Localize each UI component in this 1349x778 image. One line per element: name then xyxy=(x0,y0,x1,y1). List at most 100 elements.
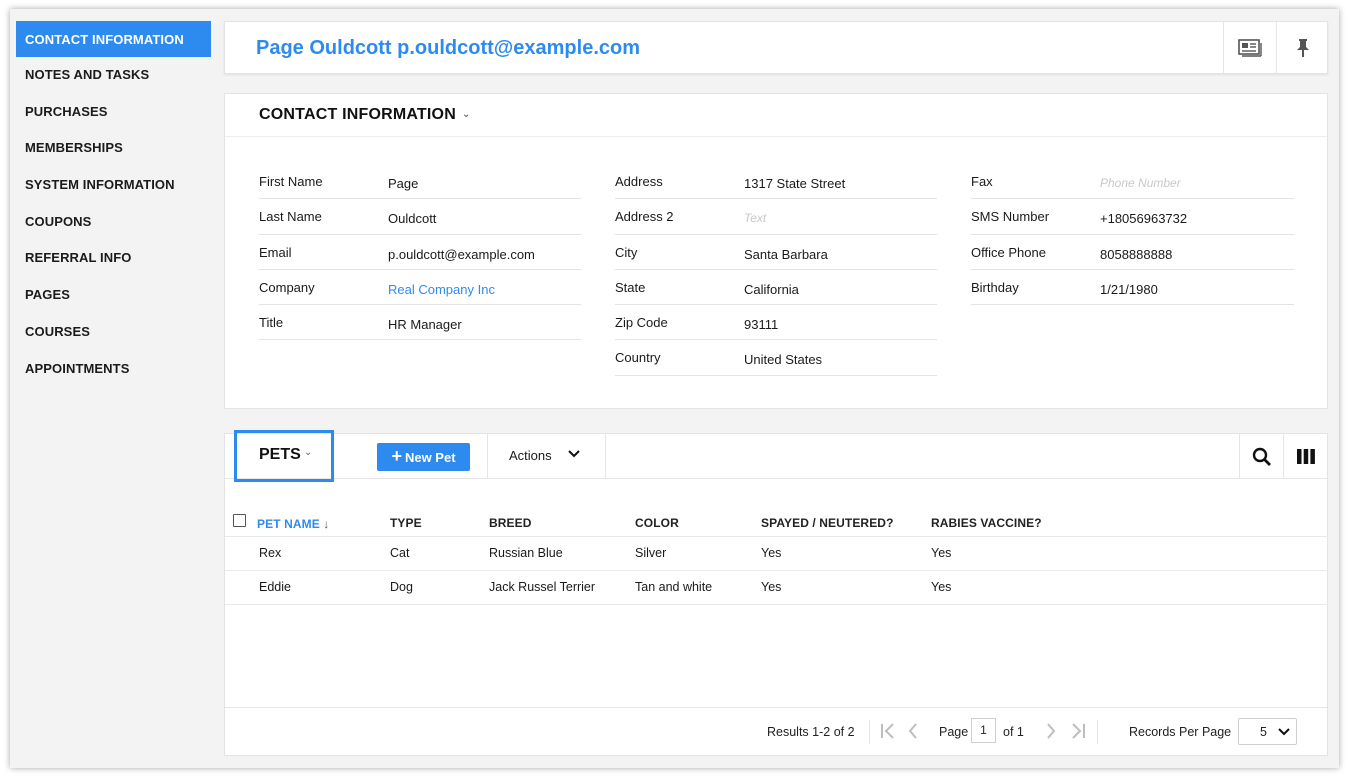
sidebar-item-referral-info[interactable]: REFERRAL INFO xyxy=(16,240,211,277)
field-label: First Name xyxy=(259,174,323,189)
column-header-breed[interactable]: BREED xyxy=(489,510,635,537)
contact-card-button[interactable] xyxy=(1223,22,1276,74)
plus-icon: + xyxy=(391,445,402,466)
sidebar-nav: CONTACT INFORMATION NOTES AND TASKS PURC… xyxy=(16,21,211,387)
contact-column-2: Address 1317 State Street Address 2 Text C… xyxy=(615,164,937,376)
section-title: CONTACT INFORMATION xyxy=(259,106,456,123)
sidebar-item-courses[interactable]: COURSES xyxy=(16,314,211,351)
section-title: PETS xyxy=(259,446,301,463)
sidebar-item-contact-information[interactable]: CONTACT INFORMATION xyxy=(16,21,211,57)
column-header-spayed-neutered[interactable]: SPAYED / NEUTERED? xyxy=(761,510,931,537)
prev-page-icon[interactable] xyxy=(908,723,918,739)
field-email[interactable]: Email p.ouldcott@example.com xyxy=(259,235,581,270)
field-fax[interactable]: Fax Phone Number xyxy=(971,164,1294,200)
results-count: Results 1-2 of 2 xyxy=(767,725,855,739)
field-city[interactable]: City Santa Barbara xyxy=(615,235,937,270)
cell-type: Cat xyxy=(390,536,489,571)
column-header-color[interactable]: COLOR xyxy=(635,510,761,537)
field-label: Last Name xyxy=(259,209,322,225)
column-header-rabies-vaccine[interactable]: RABIES VACCINE? xyxy=(931,510,1328,537)
cell-breed: Jack Russel Terrier xyxy=(489,570,635,605)
search-button[interactable] xyxy=(1239,434,1283,479)
pets-table: PET NAME ↓ TYPE BREED COLOR SPAYED / NEU… xyxy=(225,510,1328,605)
company-link[interactable]: Real Company Inc xyxy=(388,282,495,297)
field-title[interactable]: Title HR Manager xyxy=(259,305,581,341)
sidebar-item-purchases[interactable]: PURCHASES xyxy=(16,94,211,131)
toolbar-divider xyxy=(487,434,488,479)
field-label: Birthday xyxy=(971,279,1019,295)
field-state[interactable]: State California xyxy=(615,270,937,306)
field-label: Address xyxy=(615,174,663,189)
columns-icon xyxy=(1296,449,1315,464)
field-office-phone[interactable]: Office Phone 8058888888 xyxy=(971,235,1294,270)
next-page-icon[interactable] xyxy=(1046,723,1056,739)
records-per-page-value: 5 xyxy=(1260,725,1267,739)
first-page-icon[interactable] xyxy=(880,723,896,739)
cell-spayed-neutered: Yes xyxy=(761,570,931,605)
cell-color: Tan and white xyxy=(635,570,761,605)
columns-button[interactable] xyxy=(1283,434,1327,479)
records-per-page-label: Records Per Page xyxy=(1129,725,1232,739)
contact-section-header[interactable]: CONTACT INFORMATION ⌄ xyxy=(259,106,471,124)
page-label: Page xyxy=(939,725,969,739)
pin-button[interactable] xyxy=(1276,22,1329,74)
contact-information-section: CONTACT INFORMATION ⌄ First Name Page Last… xyxy=(224,93,1328,409)
new-pet-button[interactable]: + New Pet xyxy=(377,443,470,471)
field-company[interactable]: Company Real Company Inc xyxy=(259,270,581,306)
cell-color: Silver xyxy=(635,536,761,571)
sidebar-item-appointments[interactable]: APPOINTMENTS xyxy=(16,351,211,388)
field-value: p.ouldcott@example.com xyxy=(388,246,535,262)
cell-pet-name: Rex xyxy=(225,536,390,571)
select-all-checkbox[interactable] xyxy=(233,514,246,528)
column-header-pet-name[interactable]: PET NAME ↓ xyxy=(225,510,390,537)
contact-card-icon xyxy=(1238,39,1262,57)
field-placeholder: Text xyxy=(744,211,767,226)
field-value: Santa Barbara xyxy=(744,246,828,262)
page-number-input[interactable]: 1 xyxy=(971,718,996,743)
last-page-icon[interactable] xyxy=(1070,723,1086,739)
chevron-down-icon[interactable] xyxy=(568,450,580,458)
pets-section: PETS ⌄ + New Pet Actions PET NAME ↓ TYPE… xyxy=(224,430,1328,756)
field-first-name[interactable]: First Name Page xyxy=(259,164,581,200)
records-per-page-select[interactable]: 5 xyxy=(1238,718,1297,745)
column-label: PET NAME xyxy=(257,517,320,532)
field-value: HR Manager xyxy=(388,317,462,333)
new-pet-label: New Pet xyxy=(404,449,456,465)
sidebar-item-notes-and-tasks[interactable]: NOTES AND TASKS xyxy=(16,57,211,94)
field-placeholder: Phone Number xyxy=(1100,176,1181,190)
section-divider xyxy=(225,136,1327,137)
field-address-2[interactable]: Address 2 Text xyxy=(615,199,937,235)
chevron-down-icon: ⌄ xyxy=(461,109,471,120)
table-row[interactable]: Eddie Dog Jack Russel Terrier Tan and wh… xyxy=(225,570,1328,605)
field-address[interactable]: Address 1317 State Street xyxy=(615,164,937,200)
field-sms-number[interactable]: SMS Number +18056963732 xyxy=(971,199,1294,235)
field-label: City xyxy=(615,244,638,260)
sidebar-item-coupons[interactable]: COUPONS xyxy=(16,204,211,241)
field-label: Company xyxy=(259,279,315,295)
field-label: Fax xyxy=(971,174,993,189)
field-zip-code[interactable]: Zip Code 93111 xyxy=(615,305,937,341)
pets-section-header[interactable]: PETS ⌄ xyxy=(234,430,334,482)
search-icon xyxy=(1252,447,1271,466)
field-value: 1317 State Street xyxy=(744,176,846,191)
field-value: United States xyxy=(744,352,823,368)
table-row[interactable]: Rex Cat Russian Blue Silver Yes Yes xyxy=(225,536,1328,571)
field-country[interactable]: Country United States xyxy=(615,340,937,376)
sidebar-item-memberships[interactable]: MEMBERSHIPS xyxy=(16,130,211,167)
cell-rabies-vaccine: Yes xyxy=(931,570,1328,605)
cell-rabies-vaccine: Yes xyxy=(931,536,1328,571)
field-last-name[interactable]: Last Name Ouldcott xyxy=(259,199,581,235)
actions-dropdown[interactable]: Actions xyxy=(509,448,552,463)
sort-arrow-icon: ↓ xyxy=(323,517,330,532)
sidebar-item-pages[interactable]: PAGES xyxy=(16,277,211,314)
page-total: of 1 xyxy=(1003,725,1024,739)
field-label: Office Phone xyxy=(971,244,1046,260)
page-title: Page Ouldcott p.ouldcott@example.com xyxy=(256,37,640,59)
contact-column-3: Fax Phone Number SMS Number +18056963732 O… xyxy=(971,164,1294,306)
sidebar-item-system-information[interactable]: SYSTEM INFORMATION xyxy=(16,167,211,204)
column-header-type[interactable]: TYPE xyxy=(390,510,489,537)
field-birthday[interactable]: Birthday 1/21/1980 xyxy=(971,270,1294,306)
contact-column-1: First Name Page Last Name Ouldcott Email p.… xyxy=(259,164,581,341)
field-value: Page xyxy=(388,176,419,191)
pager-divider xyxy=(1097,720,1098,744)
